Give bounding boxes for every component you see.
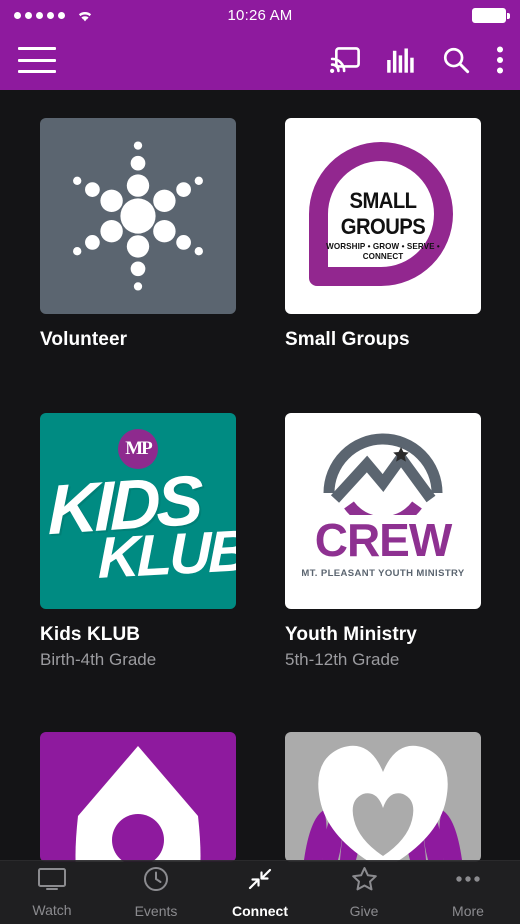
tile-small-groups[interactable]: SMALL GROUPS WORSHIP • GROW • SERVE • CO… (285, 118, 481, 314)
status-time: 10:26 AM (227, 6, 293, 24)
content-scroll-area[interactable]: Volunteer SMALL GROUPS WORSHIP • GROW • … (0, 90, 520, 924)
card-title: Kids KLUB (40, 624, 141, 645)
tab-connect[interactable]: Connect (208, 866, 312, 919)
equalizer-icon[interactable] (386, 47, 416, 73)
tab-label: More (452, 903, 484, 919)
card-volunteer[interactable]: Volunteer (40, 118, 237, 351)
status-right (472, 7, 510, 23)
house-pin-icon (75, 746, 201, 862)
tab-label: Connect (232, 903, 288, 919)
card-youth-ministry[interactable]: CREW MT. PLEASANT YOUTH MINISTRY Youth M… (285, 413, 482, 670)
logo-tagline: MT. PLEASANT YOUTH MINISTRY (301, 568, 465, 579)
tab-give[interactable]: Give (312, 866, 416, 919)
logo-line2: KLUB (98, 518, 236, 591)
overflow-menu-icon[interactable] (496, 46, 504, 74)
card-small-groups[interactable]: SMALL GROUPS WORSHIP • GROW • SERVE • CO… (285, 118, 482, 351)
logo-word: CREW (314, 514, 453, 566)
connect-grid: Volunteer SMALL GROUPS WORSHIP • GROW • … (0, 90, 520, 862)
card-title: Volunteer (40, 329, 128, 350)
grid-row-spacer (40, 351, 237, 413)
grid-row-spacer (285, 670, 482, 732)
card-row3-right[interactable] (285, 732, 482, 862)
ellipsis-icon (454, 866, 482, 897)
nav-actions (330, 46, 504, 74)
starburst-dots-icon (73, 141, 203, 291)
monitor-icon (37, 867, 67, 896)
small-groups-logo: SMALL GROUPS WORSHIP • GROW • SERVE • CO… (303, 136, 463, 296)
nav-bar (0, 30, 520, 90)
hamburger-menu-icon[interactable] (18, 47, 56, 73)
tab-watch[interactable]: Watch (0, 867, 104, 918)
tile-row3-left[interactable] (40, 732, 236, 862)
tile-youth-ministry[interactable]: CREW MT. PLEASANT YOUTH MINISTRY (285, 413, 481, 609)
status-bar: 10:26 AM (0, 0, 520, 30)
search-icon[interactable] (442, 46, 470, 74)
tile-kids-klub[interactable]: MP KIDS KLUB (40, 413, 236, 609)
crew-logo: CREW MT. PLEASANT YOUTH MINISTRY (295, 423, 471, 599)
card-title: Small Groups (285, 329, 410, 350)
tab-label: Events (134, 903, 178, 919)
card-subtitle: Birth-4th Grade (40, 650, 157, 669)
logo-tagline: WORSHIP • GROW • SERVE • CONNECT (326, 241, 440, 261)
heart-in-hands-icon (304, 745, 462, 862)
clock-icon (143, 866, 169, 897)
cast-icon[interactable] (330, 47, 360, 73)
grid-row-spacer (285, 351, 482, 413)
star-icon (351, 866, 378, 897)
kids-klub-logo: MP KIDS KLUB (40, 413, 236, 609)
card-row3-left[interactable] (40, 732, 237, 862)
bottom-tab-bar: Watch Events Connect Give More (0, 860, 520, 924)
tab-label: Watch (32, 902, 72, 918)
tab-more[interactable]: More (416, 866, 520, 919)
card-title: Youth Ministry (285, 624, 417, 645)
mountain-arc-icon (323, 433, 443, 515)
battery-full-icon (472, 7, 510, 23)
connect-arrows-icon (247, 866, 273, 897)
card-kids-klub[interactable]: MP KIDS KLUB Kids KLUB Birth-4th Grade (40, 413, 237, 670)
tile-row3-right[interactable] (285, 732, 481, 862)
card-subtitle: 5th-12th Grade (285, 650, 400, 669)
tab-events[interactable]: Events (104, 866, 208, 919)
logo-title: SMALL GROUPS (340, 188, 426, 239)
app-screen: 10:26 AM Volunteer SMALL GROUPS WORSHIP … (0, 0, 520, 924)
grid-row-spacer (40, 670, 237, 732)
tab-label: Give (349, 903, 379, 919)
tile-volunteer[interactable] (40, 118, 236, 314)
